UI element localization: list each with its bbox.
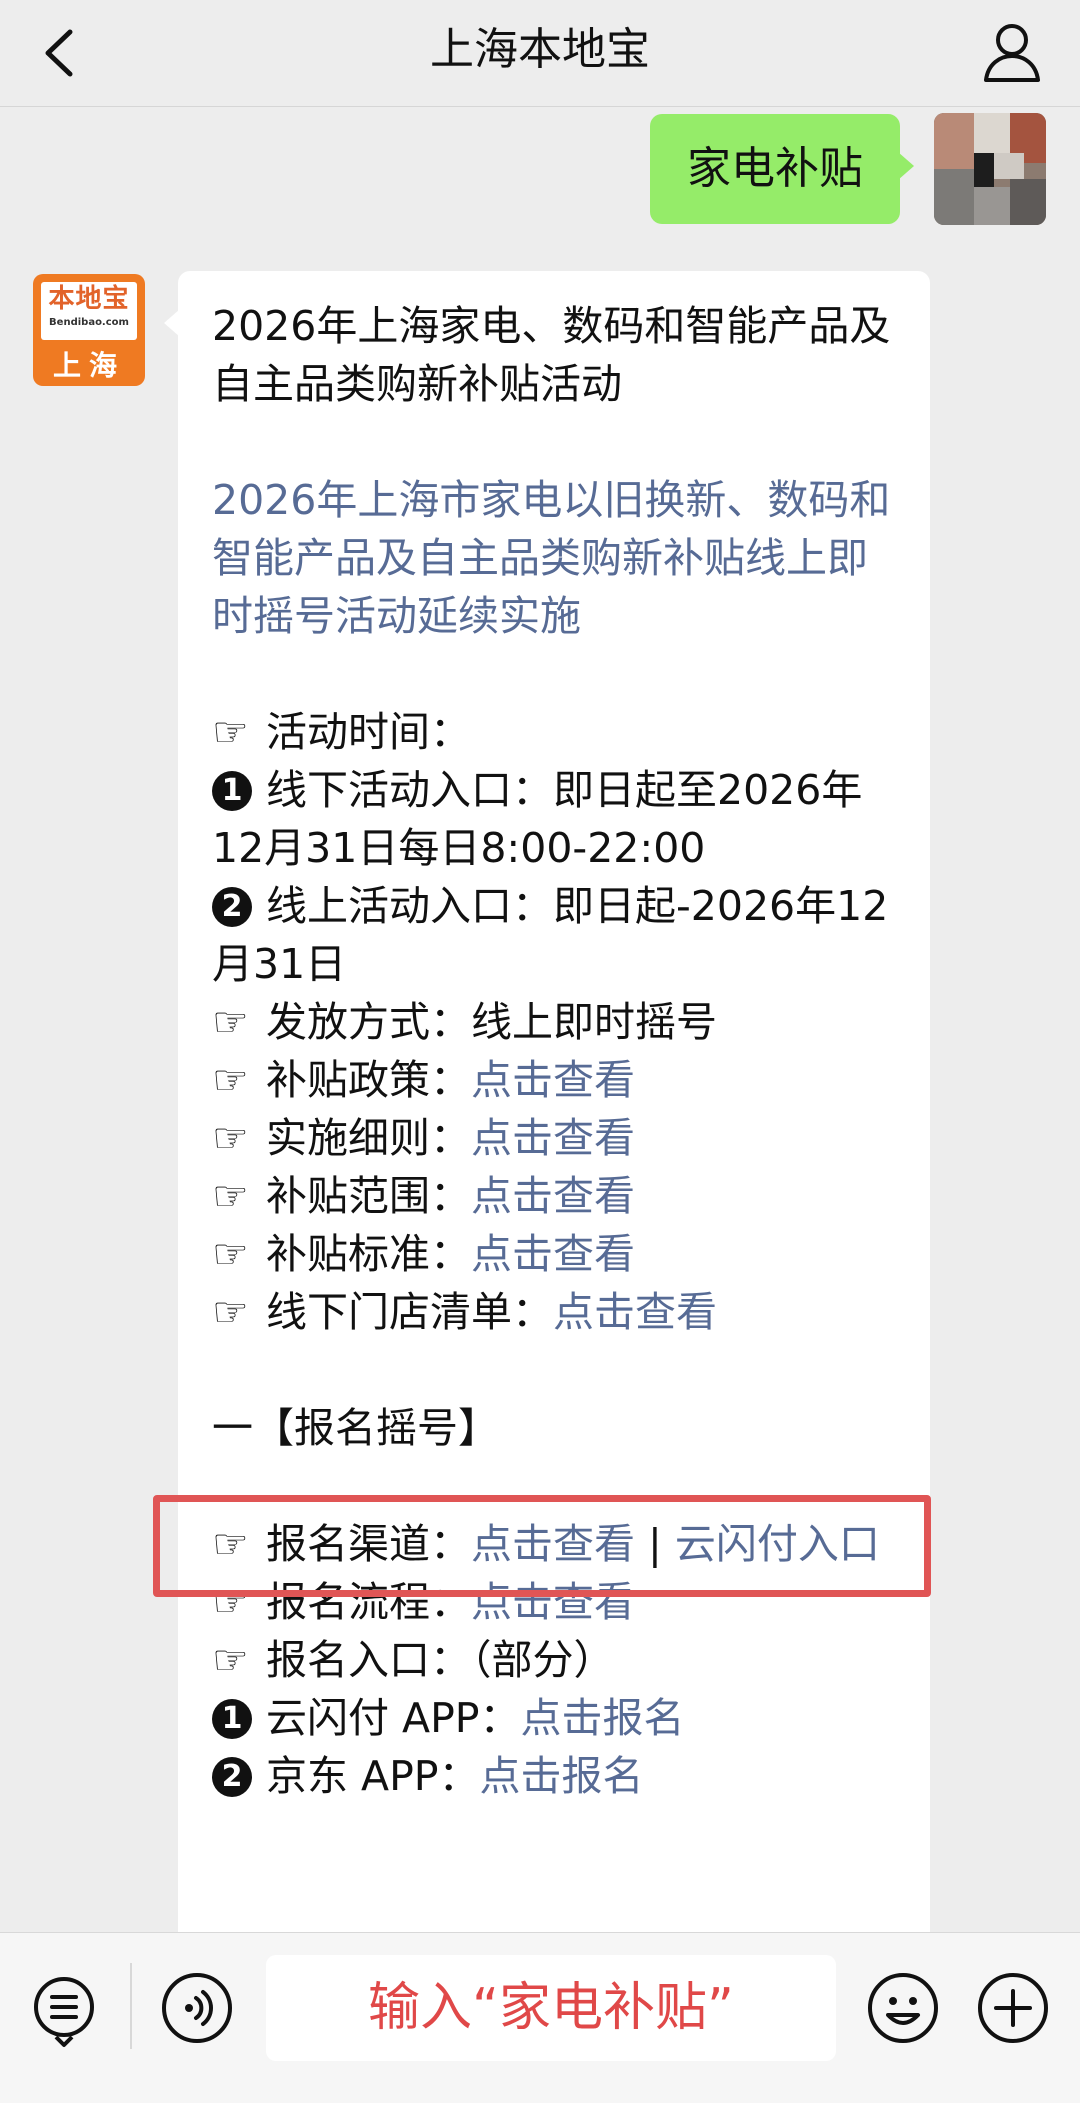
- pointing-hand-icon: ☞: [212, 708, 249, 756]
- pointing-hand-icon: ☞: [212, 1636, 249, 1684]
- logo-city: 上海: [52, 349, 125, 382]
- highlight-annotation: [153, 1495, 931, 1597]
- number-one-icon: 1: [212, 1699, 252, 1739]
- link-line: ☞ 实施细则：点击查看: [212, 1109, 898, 1167]
- entry-jd-line: 2 京东 APP：点击报名: [212, 1747, 898, 1805]
- input-bar: 输入“家电补贴”: [0, 1932, 1080, 2103]
- pointing-hand-icon: ☞: [212, 1114, 249, 1162]
- bot-message-bubble: 2026年上海家电、数码和智能产品及自主品类购新补贴活动 2026年上海市家电以…: [164, 271, 930, 1932]
- rules-link[interactable]: 点击查看: [471, 1114, 635, 1162]
- stores-link[interactable]: 点击查看: [553, 1288, 717, 1336]
- link-line: ☞ 补贴标准：点击查看: [212, 1225, 898, 1283]
- logo-text: 本地宝: [48, 284, 130, 314]
- pointing-hand-icon: ☞: [212, 1172, 249, 1220]
- user-message-bubble[interactable]: 家电补贴: [650, 114, 914, 224]
- profile-icon[interactable]: [980, 18, 1044, 88]
- link-label: 实施细则：: [266, 1114, 471, 1162]
- entry-label: 报名入口：: [266, 1636, 471, 1684]
- standard-link[interactable]: 点击查看: [471, 1230, 635, 1278]
- pointing-hand-icon: ☞: [212, 1056, 249, 1104]
- subtitle-link[interactable]: 2026年上海市家电以旧换新、数码和智能产品及自主品类购新补贴线上即时摇号活动延…: [212, 471, 898, 645]
- offline-entry-line: 1 线下活动入口：即日起至2026年12月31日每日8:00-22:00: [212, 761, 898, 877]
- method-value: 线上即时摇号: [471, 998, 717, 1046]
- number-two-icon: 2: [212, 1757, 252, 1797]
- link-label: 补贴标准：: [266, 1230, 471, 1278]
- user-avatar[interactable]: [934, 113, 1046, 225]
- policy-link[interactable]: 点击查看: [471, 1056, 635, 1104]
- method-line: ☞ 发放方式：线上即时摇号: [212, 993, 898, 1051]
- offline-label: 线下活动入口：: [266, 766, 553, 814]
- chat-area: 家电补贴 本地宝 Bendibao.com 上海 2026年上海家电、数码和智能…: [0, 106, 1080, 1932]
- online-entry-line: 2 线上活动入口：即日起-2026年12月31日: [212, 877, 898, 993]
- jd-signup-link[interactable]: 点击报名: [480, 1752, 644, 1800]
- online-label: 线上活动入口：: [266, 882, 553, 930]
- entry2-label: 京东 APP：: [266, 1752, 480, 1800]
- voice-icon[interactable]: [160, 1971, 234, 2045]
- entry-note: （部分）: [471, 1636, 615, 1684]
- scope-link[interactable]: 点击查看: [471, 1172, 635, 1220]
- link-label: 补贴政策：: [266, 1056, 471, 1104]
- menu-icon[interactable]: [30, 1973, 102, 2053]
- entry-line: ☞ 报名入口：（部分）: [212, 1631, 898, 1689]
- pointing-hand-icon: ☞: [212, 998, 249, 1046]
- entry-unionpay-line: 1 云闪付 APP：点击报名: [212, 1689, 898, 1747]
- emoji-icon[interactable]: [866, 1971, 940, 2045]
- entry1-label: 云闪付 APP：: [266, 1694, 521, 1742]
- number-one-icon: 1: [212, 771, 252, 811]
- message-title: 2026年上海家电、数码和智能产品及自主品类购新补贴活动: [212, 302, 891, 408]
- link-label: 补贴范围：: [266, 1172, 471, 1220]
- unionpay-signup-link[interactable]: 点击报名: [521, 1694, 685, 1742]
- bendibao-logo: 本地宝 Bendibao.com: [41, 282, 137, 340]
- logo-domain: Bendibao.com: [49, 317, 129, 328]
- pointing-hand-icon: ☞: [212, 1288, 249, 1336]
- plus-icon[interactable]: [976, 1971, 1050, 2045]
- chat-title: 上海本地宝: [430, 24, 650, 75]
- link-line: ☞ 补贴政策：点击查看: [212, 1051, 898, 1109]
- activity-time-label: 活动时间：: [266, 708, 471, 756]
- pointing-hand-icon: ☞: [212, 1230, 249, 1278]
- bot-avatar[interactable]: 本地宝 Bendibao.com 上海: [33, 274, 145, 386]
- link-line: ☞ 补贴范围：点击查看: [212, 1167, 898, 1225]
- navigation-bar: 上海本地宝: [0, 0, 1080, 107]
- divider: [130, 1963, 132, 2049]
- message-input[interactable]: 输入“家电补贴”: [266, 1955, 836, 2061]
- section-title: 一【报名摇号】: [212, 1404, 499, 1452]
- number-two-icon: 2: [212, 887, 252, 927]
- link-line: ☞ 线下门店清单：点击查看: [212, 1283, 898, 1341]
- link-label: 线下门店清单：: [266, 1288, 553, 1336]
- method-label: 发放方式：: [266, 998, 471, 1046]
- activity-time-line: ☞ 活动时间：: [212, 703, 898, 761]
